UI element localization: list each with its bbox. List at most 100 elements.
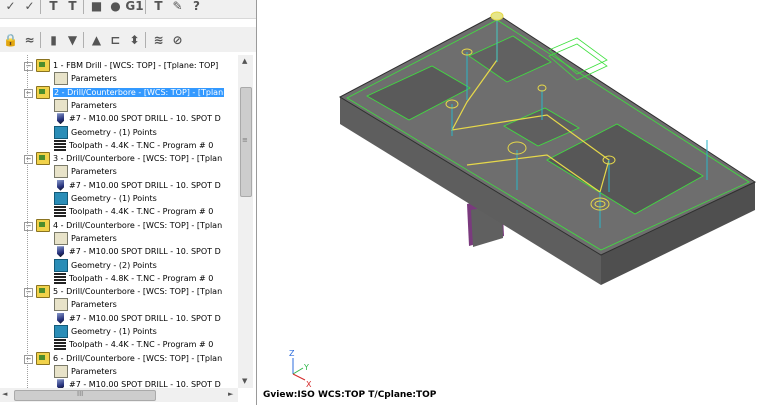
tree-leaf-geom[interactable]: Geometry - (1) Points — [54, 192, 157, 205]
scroll-down-arrow[interactable]: ▼ — [242, 377, 247, 385]
tree-item-label: Toolpath - 4.4K - T.NC - Program # 0 — [69, 340, 214, 350]
tree-leaf-tool[interactable]: #7 - M10.00 SPOT DRILL - 10. SPOT D — [54, 312, 221, 325]
toggle-display-2-icon[interactable]: T — [64, 0, 81, 14]
geometry-icon — [54, 125, 68, 139]
tree-item-label: 5 - Drill/Counterbore - [WCS: TOP] - [Tp… — [53, 287, 223, 297]
tree-leaf-geom[interactable]: Geometry - (1) Points — [54, 325, 157, 338]
axis-x-label: X — [306, 380, 312, 389]
operations-tree: − 1 - FBM Drill - [WCS: TOP] - [Tplane: T… — [0, 55, 238, 388]
tree-item-label: 1 - FBM Drill - [WCS: TOP] - [Tplane: TO… — [53, 61, 219, 70]
tree-item-label: Geometry - (1) Points — [71, 194, 157, 203]
operation-item[interactable]: 4 - Drill/Counterbore - [WCS: TOP] - [Tp… — [36, 218, 222, 232]
tree-leaf-toolpath[interactable]: Toolpath - 4.8K - T.NC - Program # 0 — [54, 272, 213, 285]
axis-triad: Z Y X — [289, 349, 312, 389]
tree-leaf-params[interactable]: Parameters — [54, 165, 117, 179]
part-3d-view: Z Y X — [289, 11, 757, 389]
toolbar-separator — [40, 0, 41, 14]
tree-leaf-toolpath[interactable]: Toolpath - 4.4K - T.NC - Program # 0 — [54, 139, 213, 152]
operations-manager-panel: ✓ ✓ T T ■ ● G1 T ✎? 🔒 ≈ ▮ ▼ ▲ ⊏ ⬍ ≋ ⊘ −1 - FBM Drill - [… — [0, 0, 257, 405]
operations-toolbar-top: ✓ ✓ T T ■ ● G1 T ✎? — [0, 0, 256, 19]
tree-leaf-tool[interactable]: #7 - M10.00 SPOT DRILL - 10. SPOT D — [54, 112, 221, 125]
parameters-icon — [54, 98, 68, 112]
drill-tool-icon — [57, 379, 64, 388]
toolpath-icon — [54, 139, 66, 151]
scroll-left-arrow[interactable]: ◄ — [2, 390, 7, 398]
tree-leaf-tool[interactable]: #7 - M10.00 SPOT DRILL - 10. SPOT D — [54, 245, 221, 258]
operations-toolbar-bottom: 🔒 ≈ ▮ ▼ ▲ ⊏ ⬍ ≋ ⊘ — [0, 27, 256, 52]
tree-leaf-geom[interactable]: Geometry - (1) Points — [54, 125, 157, 139]
insert-icon[interactable]: ⊏ — [107, 31, 124, 48]
collapse-toggle[interactable]: − — [24, 221, 33, 231]
scroll-thumb-horizontal[interactable]: III — [14, 390, 156, 401]
parameters-icon — [54, 364, 68, 378]
post-icon[interactable]: T — [150, 0, 167, 14]
geometry-icon — [54, 192, 68, 205]
operation-item[interactable]: 3 - Drill/Counterbore - [WCS: TOP] - [Tp… — [36, 152, 223, 166]
help-icon[interactable]: ? — [188, 0, 205, 14]
tree-item-label: Parameters — [71, 233, 117, 243]
lock-icon[interactable]: 🔒 — [2, 31, 19, 48]
operation-folder-icon — [36, 59, 50, 72]
regen-icon[interactable]: ✓ — [21, 0, 38, 14]
tree-leaf-params[interactable]: Parameters — [54, 72, 117, 86]
collapse-toggle[interactable]: − — [24, 88, 33, 98]
move-up-icon[interactable]: ▲ — [88, 31, 105, 48]
select-all-icon[interactable]: ✓ — [2, 0, 19, 14]
zoom-icon[interactable]: ⊘ — [169, 31, 186, 48]
expand-icon[interactable]: ⬍ — [126, 31, 143, 48]
tree-leaf-params[interactable]: Parameters — [54, 298, 117, 312]
tree-item-label: Geometry - (1) Points — [71, 327, 157, 336]
toolpath-icon — [54, 206, 66, 218]
tree-leaf-tool[interactable]: #7 - M10.00 SPOT DRILL - 10. SPOT D — [54, 378, 221, 388]
collapse-toggle[interactable]: − — [24, 62, 33, 71]
scroll-right-arrow[interactable]: ► — [228, 390, 233, 398]
graphics-viewport[interactable]: Z Y X Gview:ISO WCS:TOP T/Cplane:TOP — [257, 0, 778, 405]
gcode-icon[interactable]: G1 — [125, 0, 143, 14]
tree-horizontal-scrollbar[interactable]: ◄ III ► — [0, 388, 238, 402]
tree-leaf-params[interactable]: Parameters — [54, 364, 117, 378]
operation-folder-icon — [36, 218, 50, 232]
move-down-icon[interactable]: ▼ — [64, 31, 81, 48]
parameters-icon — [54, 298, 68, 312]
toolbar-separator — [145, 31, 146, 48]
tree-leaf-params[interactable]: Parameters — [54, 231, 117, 245]
tree-leaf-tool[interactable]: #7 - M10.00 SPOT DRILL - 10. SPOT D — [54, 179, 221, 192]
backplot-icon[interactable]: ■ — [88, 0, 105, 14]
toolbar-separator — [83, 0, 84, 14]
tree-item-label: Geometry - (1) Points — [71, 127, 157, 137]
collapse-toggle[interactable]: − — [24, 155, 33, 165]
operation-item[interactable]: 1 - FBM Drill - [WCS: TOP] - [Tplane: TO… — [36, 59, 218, 72]
scroll-thumb-vertical[interactable]: ≡ — [240, 87, 252, 197]
toggle-icon[interactable]: ≋ — [150, 31, 167, 48]
verify-icon[interactable]: ● — [107, 0, 124, 14]
collapse-toggle[interactable]: − — [24, 288, 33, 298]
toolbar-separator — [40, 31, 41, 48]
wave-icon[interactable]: ≈ — [21, 31, 38, 48]
tree-leaf-toolpath[interactable]: Toolpath - 4.4K - T.NC - Program # 0 — [54, 338, 213, 351]
operation-item[interactable]: 6 - Drill/Counterbore - [WCS: TOP] - [Tp… — [36, 351, 223, 365]
tree-item-label: Parameters — [71, 100, 117, 110]
highfeed-icon[interactable]: ✎ — [169, 0, 186, 14]
tree-item-label: #7 - M10.00 SPOT DRILL - 10. SPOT D — [69, 313, 221, 323]
delete-icon[interactable]: ▮ — [45, 31, 62, 48]
tree-item-label: 3 - Drill/Counterbore - [WCS: TOP] - [Tp… — [53, 154, 223, 164]
tree-item-label: 6 - Drill/Counterbore - [WCS: TOP] - [Tp… — [53, 353, 223, 363]
toggle-display-icon[interactable]: T — [45, 0, 62, 14]
tree-item-label: #7 - M10.00 SPOT DRILL - 10. SPOT D — [69, 380, 221, 388]
tree-item-label: #7 - M10.00 SPOT DRILL - 10. SPOT D — [69, 247, 221, 257]
operation-item[interactable]: 5 - Drill/Counterbore - [WCS: TOP] - [Tp… — [36, 285, 223, 299]
tree-item-label: Parameters — [71, 167, 117, 177]
tree-item-label: #7 - M10.00 SPOT DRILL - 10. SPOT D — [69, 180, 221, 190]
toolbar-separator — [83, 31, 84, 48]
tree-leaf-toolpath[interactable]: Toolpath - 4.4K - T.NC - Program # 0 — [54, 205, 213, 218]
operation-item[interactable]: 2 - Drill/Counterbore - [WCS: TOP] - [Tp… — [36, 85, 225, 99]
tree-leaf-params[interactable]: Parameters — [54, 98, 117, 112]
tree-leaf-geom[interactable]: Geometry - (2) Points — [54, 258, 157, 272]
operation-folder-icon — [36, 351, 50, 365]
collapse-toggle[interactable]: − — [24, 354, 33, 364]
tree-vertical-scrollbar[interactable]: ▲ ≡ ▼ — [238, 55, 253, 388]
scroll-up-arrow[interactable]: ▲ — [242, 57, 247, 65]
drill-tool-icon — [57, 179, 64, 191]
geometry-icon — [54, 325, 68, 338]
geometry-icon — [54, 258, 68, 272]
